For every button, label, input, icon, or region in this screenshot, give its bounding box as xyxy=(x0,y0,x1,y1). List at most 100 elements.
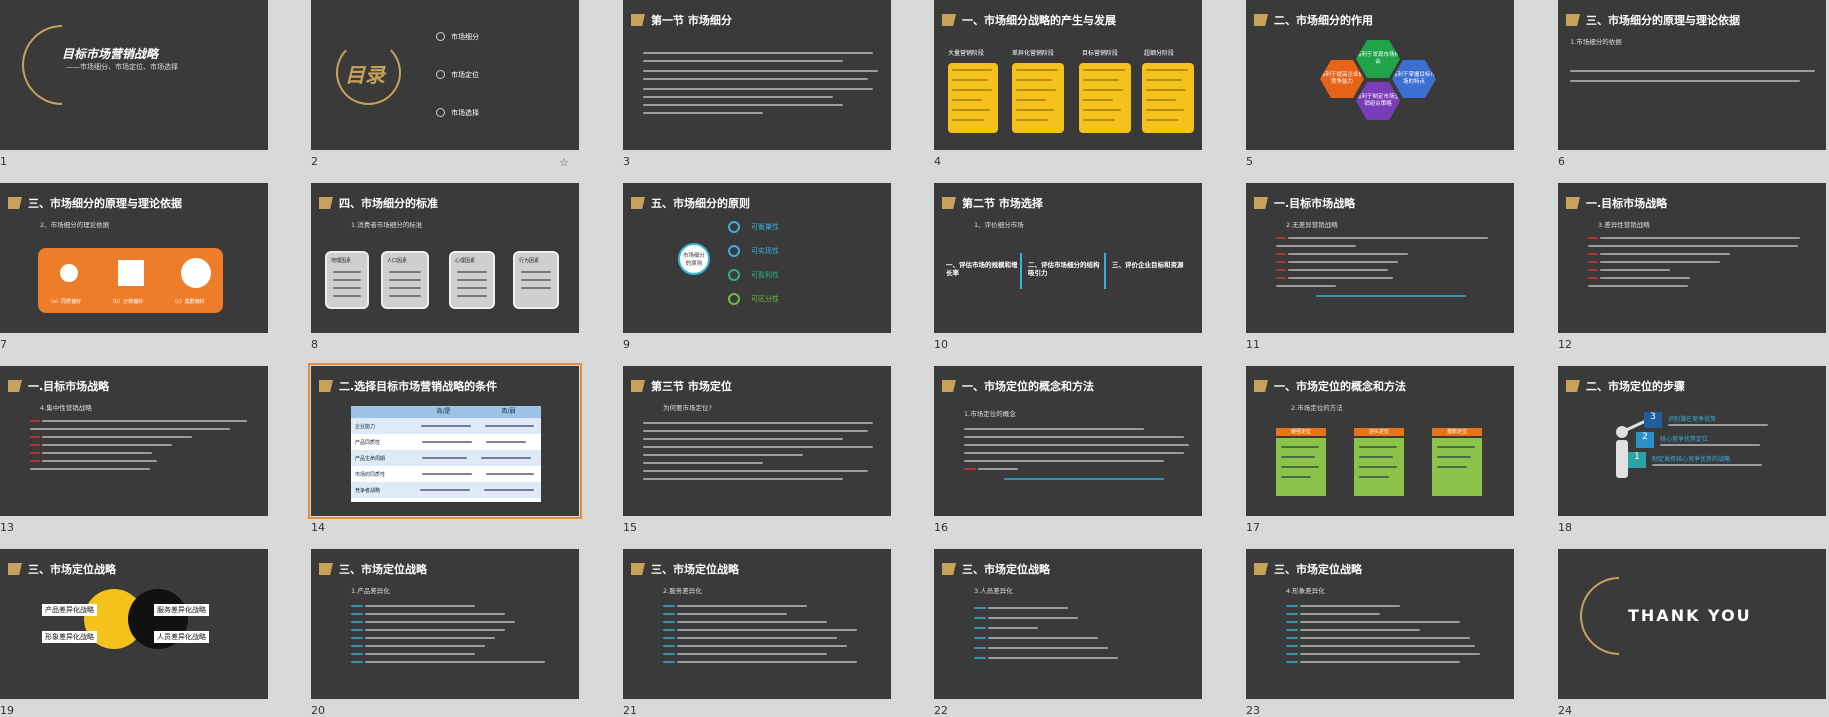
strategy-label: 人员差异化战略 xyxy=(154,631,209,643)
table-row-label: 企业能力 xyxy=(355,423,376,430)
slide-thumb-18[interactable]: 二、市场定位的步骤 3 2 1 识别潜在竞争优势 核心竞争优势定位 制定发挥核心… xyxy=(1558,366,1826,534)
toc-item: 市场细分 xyxy=(451,33,479,41)
presenter-figure-icon xyxy=(1616,440,1628,478)
slide-thumb-9[interactable]: 五、市场细分的原则 市场细分的原则 可衡量性 可实现性 可盈利性 可区分性 9 xyxy=(623,183,891,351)
principle-node-icon xyxy=(728,269,740,281)
slide-number: 2 xyxy=(311,155,318,168)
slide-number: 18 xyxy=(1558,521,1572,534)
slide-thumb-8[interactable]: 四、市场细分的标准 1.消费者市场细分的标准 地理因素 人口因素 心理因素 行为… xyxy=(311,183,579,351)
slide-title: 二、市场细分的作用 xyxy=(1274,14,1373,27)
criteria-box: 人口因素 xyxy=(381,251,429,309)
slide-17-canvas: 一、市场定位的概念和方法 2.市场定位的方法 避强定位 迎头定位 重新定位 xyxy=(1246,366,1514,516)
step-label: 核心竞争优势定位 xyxy=(1660,436,1709,443)
slide-thumb-13[interactable]: 一.目标市场战略 4.集中性营销战略 13 xyxy=(0,366,268,534)
slide-title: 三、市场细分的原理与理论依据 xyxy=(28,197,182,210)
slide-thumb-12[interactable]: 一.目标市场战略 3.差异性营销战略 12 xyxy=(1558,183,1826,351)
hex-card: 有利于发现市场机会 xyxy=(1356,40,1400,78)
slide-title: 一、市场细分战略的产生与发展 xyxy=(962,14,1116,27)
step-card: 一、评估市场的规模和增长率 xyxy=(946,261,1018,278)
header-badge-icon xyxy=(319,380,333,392)
thank-you-text: THANK YOU xyxy=(1628,606,1752,625)
header-badge-icon xyxy=(1566,197,1580,209)
slide-thumb-1[interactable]: 目标市场营销战略 ——市场细分、市场定位、市场选择 1 xyxy=(0,0,268,168)
slide-number: 15 xyxy=(623,521,637,534)
slide-thumb-16[interactable]: 一、市场定位的概念和方法 1.市场定位的概念 16 xyxy=(934,366,1202,534)
principle-item: 可盈利性 xyxy=(751,271,779,279)
slide-title: 三、市场定位战略 xyxy=(1274,563,1362,576)
slide-thumb-11[interactable]: 一.目标市场战略 2.无差异营销战略 11 xyxy=(1246,183,1514,351)
slide-title: 二、市场定位的步骤 xyxy=(1586,380,1685,393)
stage-card xyxy=(1079,63,1131,133)
slide-title: 三、市场定位战略 xyxy=(962,563,1050,576)
slide-title: 三、市场定位战略 xyxy=(339,563,427,576)
slide-thumb-22[interactable]: 三、市场定位战略 3.人员差异化 22 xyxy=(934,549,1202,717)
slide-thumb-15[interactable]: 第三节 市场定位 为何要市场定位? 15 xyxy=(623,366,891,534)
slide-thumb-20[interactable]: 三、市场定位战略 1.产品差异化 20 xyxy=(311,549,579,717)
stage-label: 超细分阶段 xyxy=(1144,50,1175,57)
diagram-caption: （b）分散偏好 xyxy=(110,299,144,305)
slide-number: 11 xyxy=(1246,338,1260,351)
slide-thumb-23[interactable]: 三、市场定位战略 4.形象差异化 23 xyxy=(1246,549,1514,717)
step-block-2: 2 xyxy=(1636,432,1654,448)
header-badge-icon xyxy=(631,197,645,209)
table-row: 市场的同质性 xyxy=(351,466,541,482)
slide-2-canvas: 目录 市场细分 市场定位 市场选择 xyxy=(311,0,579,150)
strategy-label: 服务差异化战略 xyxy=(154,604,209,616)
slide-thumb-17[interactable]: 一、市场定位的概念和方法 2.市场定位的方法 避强定位 迎头定位 重新定位 17 xyxy=(1246,366,1514,534)
slide-header: 三、市场定位战略 xyxy=(1246,561,1362,577)
slide-thumb-19[interactable]: 三、市场定位战略 产品差异化战略 服务差异化战略 形象差异化战略 人员差异化战略… xyxy=(0,549,268,717)
slide-thumb-14-selected[interactable]: 二.选择目标市场营销战略的条件 肯/是 否/弱 企业能力 产品同质性 产品生命周… xyxy=(308,363,582,534)
hex-card: 有利于提高企业的竞争能力 xyxy=(1320,60,1364,98)
preference-diagram: （a）同质偏好 （b）分散偏好 （c）集群偏好 xyxy=(38,248,223,313)
slide-header: 第三节 市场定位 xyxy=(623,378,732,394)
slide-number: 1 xyxy=(0,155,7,168)
slide-thumb-3[interactable]: 第一节 市场细分 3 xyxy=(623,0,891,168)
principle-node-icon xyxy=(728,221,740,233)
diagram-caption: （a）同质偏好 xyxy=(48,299,82,305)
slide-title: 一.目标市场战略 xyxy=(1274,197,1356,210)
table-row-label: 市场的同质性 xyxy=(355,471,386,478)
slide-subheading: 4.集中性营销战略 xyxy=(40,404,92,412)
slide-thumb-6[interactable]: 三、市场细分的原理与理论依据 1.市场细分的依据 6 xyxy=(1558,0,1826,168)
slide-title: 五、市场细分的原则 xyxy=(651,197,750,210)
slide-header: 二.选择目标市场营销战略的条件 xyxy=(311,378,497,394)
slide-header: 一.目标市场战略 xyxy=(1246,195,1355,211)
slide-thumb-7[interactable]: 三、市场细分的原理与理论依据 2、市场细分的理论依据 （a）同质偏好 （b）分散… xyxy=(0,183,268,351)
criteria-label: 地理因素 xyxy=(331,258,352,264)
stage-label: 大量营销阶段 xyxy=(948,50,985,57)
header-badge-icon xyxy=(631,14,645,26)
principle-item: 可实现性 xyxy=(751,247,779,255)
criteria-box: 心理因素 xyxy=(449,251,495,309)
slide-thumb-2[interactable]: 目录 市场细分 市场定位 市场选择 2 ☆ xyxy=(311,0,579,169)
slide-thumb-10[interactable]: 第二节 市场选择 1、评价细分市场 一、评估市场的规模和增长率 二、评估市场细分… xyxy=(934,183,1202,351)
slide-thumb-5[interactable]: 二、市场细分的作用 有利于发现市场机会 有利于掌握目标市场的特点 有利于制定市场… xyxy=(1246,0,1514,168)
slide-header: 五、市场细分的原则 xyxy=(623,195,750,211)
slide-6-canvas: 三、市场细分的原理与理论依据 1.市场细分的依据 xyxy=(1558,0,1826,150)
slide-number: 17 xyxy=(1246,521,1260,534)
method-card xyxy=(1432,438,1482,496)
step-label: 制定发挥核心竞争优势的战略 xyxy=(1652,456,1731,463)
slide-thumb-24[interactable]: THANK YOU 24 xyxy=(1558,549,1826,717)
slide-subheading: 1、评价细分市场 xyxy=(974,221,1024,229)
step-divider xyxy=(1104,253,1106,289)
slide-thumb-4[interactable]: 一、市场细分战略的产生与发展 大量营销阶段 差异化营销阶段 目标营销阶段 超细分… xyxy=(934,0,1202,168)
preference-shape xyxy=(60,264,78,282)
step-block-3: 3 xyxy=(1644,412,1662,428)
header-badge-icon xyxy=(631,380,645,392)
table-row: 企业能力 xyxy=(351,418,541,434)
table-row-label: 产品同质性 xyxy=(355,439,381,446)
slide-title: 第一节 市场细分 xyxy=(651,14,732,27)
slide-header: 一、市场定位的概念和方法 xyxy=(934,378,1094,394)
slide-20-canvas: 三、市场定位战略 1.产品差异化 xyxy=(311,549,579,699)
stage-label: 差异化营销阶段 xyxy=(1012,50,1055,57)
slide-19-canvas: 三、市场定位战略 产品差异化战略 服务差异化战略 形象差异化战略 人员差异化战略 xyxy=(0,549,268,699)
table-row: 竞争者战略 xyxy=(351,482,541,498)
strategy-label: 产品差异化战略 xyxy=(42,604,97,616)
header-badge-icon xyxy=(942,380,956,392)
table-header-cell: 否/弱 xyxy=(501,408,516,415)
animation-star-icon: ☆ xyxy=(559,156,569,169)
slide-header: 第一节 市场细分 xyxy=(623,12,732,28)
slide-subheading: 2.服务差异化 xyxy=(663,587,702,595)
slide-thumb-21[interactable]: 三、市场定位战略 2.服务差异化 21 xyxy=(623,549,891,717)
slide-number: 9 xyxy=(623,338,630,351)
